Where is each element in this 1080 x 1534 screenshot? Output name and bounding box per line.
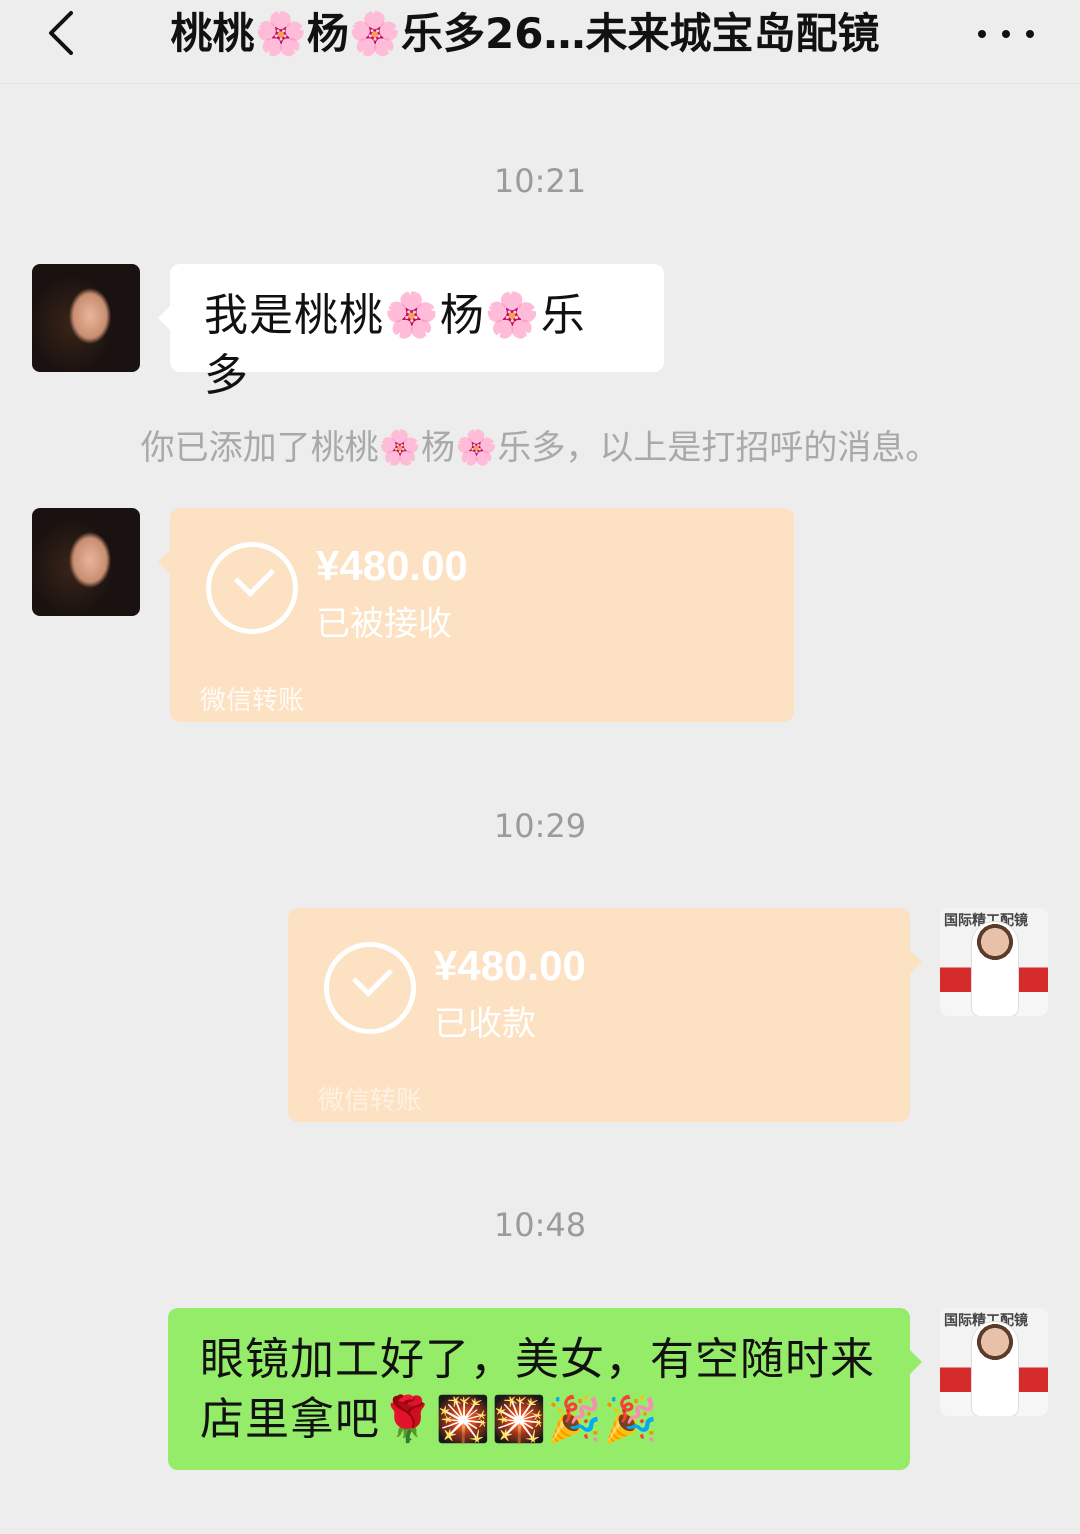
divider [318, 1070, 880, 1071]
transfer-label: 微信转账 [200, 686, 305, 716]
check-circle-icon [324, 942, 416, 1034]
chat-header: 桃桃🌸杨🌸乐多26…未来城宝岛配镜 [0, 0, 1080, 84]
bubble-tail [910, 950, 922, 974]
timestamp: 10:21 [493, 162, 587, 200]
divider [200, 670, 764, 671]
more-options-button[interactable] [978, 14, 1034, 54]
check-circle-icon [206, 542, 298, 634]
bubble-tail [158, 306, 170, 330]
message-text: 眼镜加工好了，美女，有空随时来店里拿吧🌹🎇🎇🎉🎉 [200, 1334, 875, 1445]
transfer-status: 已收款 [434, 1004, 536, 1044]
back-button[interactable] [38, 8, 82, 58]
dot-icon [1002, 30, 1010, 38]
avatar-person [972, 922, 1018, 1016]
transfer-status: 已被接收 [316, 604, 452, 644]
chevron-left-icon [49, 11, 73, 55]
avatar-person [972, 1322, 1018, 1416]
transfer-amount: ¥480.00 [316, 542, 468, 589]
transfer-amount: ¥480.00 [434, 942, 586, 989]
bubble-tail [158, 550, 170, 574]
transfer-label: 微信转账 [318, 1086, 423, 1116]
system-notice: 你已添加了桃桃🌸杨🌸乐多，以上是打招呼的消息。 [140, 428, 940, 468]
my-avatar[interactable]: 国际精工配镜 [940, 908, 1048, 1016]
message-bubble[interactable]: 我是桃桃🌸杨🌸乐多 [158, 264, 664, 401]
message-text: 我是桃桃🌸杨🌸乐多 [204, 290, 586, 401]
timestamp: 10:29 [493, 807, 587, 845]
my-avatar[interactable]: 国际精工配镜 [940, 1308, 1048, 1416]
contact-avatar[interactable] [32, 508, 140, 616]
dot-icon [978, 30, 986, 38]
transfer-card[interactable]: ¥480.00 已被接收 微信转账 [158, 508, 794, 722]
dot-icon [1026, 30, 1034, 38]
message-bubble[interactable]: 眼镜加工好了，美女，有空随时来店里拿吧🌹🎇🎇🎉🎉 [168, 1308, 922, 1470]
timestamp: 10:48 [493, 1206, 587, 1244]
bubble-tail [910, 1350, 922, 1374]
transfer-card[interactable]: ¥480.00 已收款 微信转账 [288, 908, 922, 1122]
contact-avatar[interactable] [32, 264, 140, 372]
chat-title: 桃桃🌸杨🌸乐多26…未来城宝岛配镜 [170, 9, 880, 58]
